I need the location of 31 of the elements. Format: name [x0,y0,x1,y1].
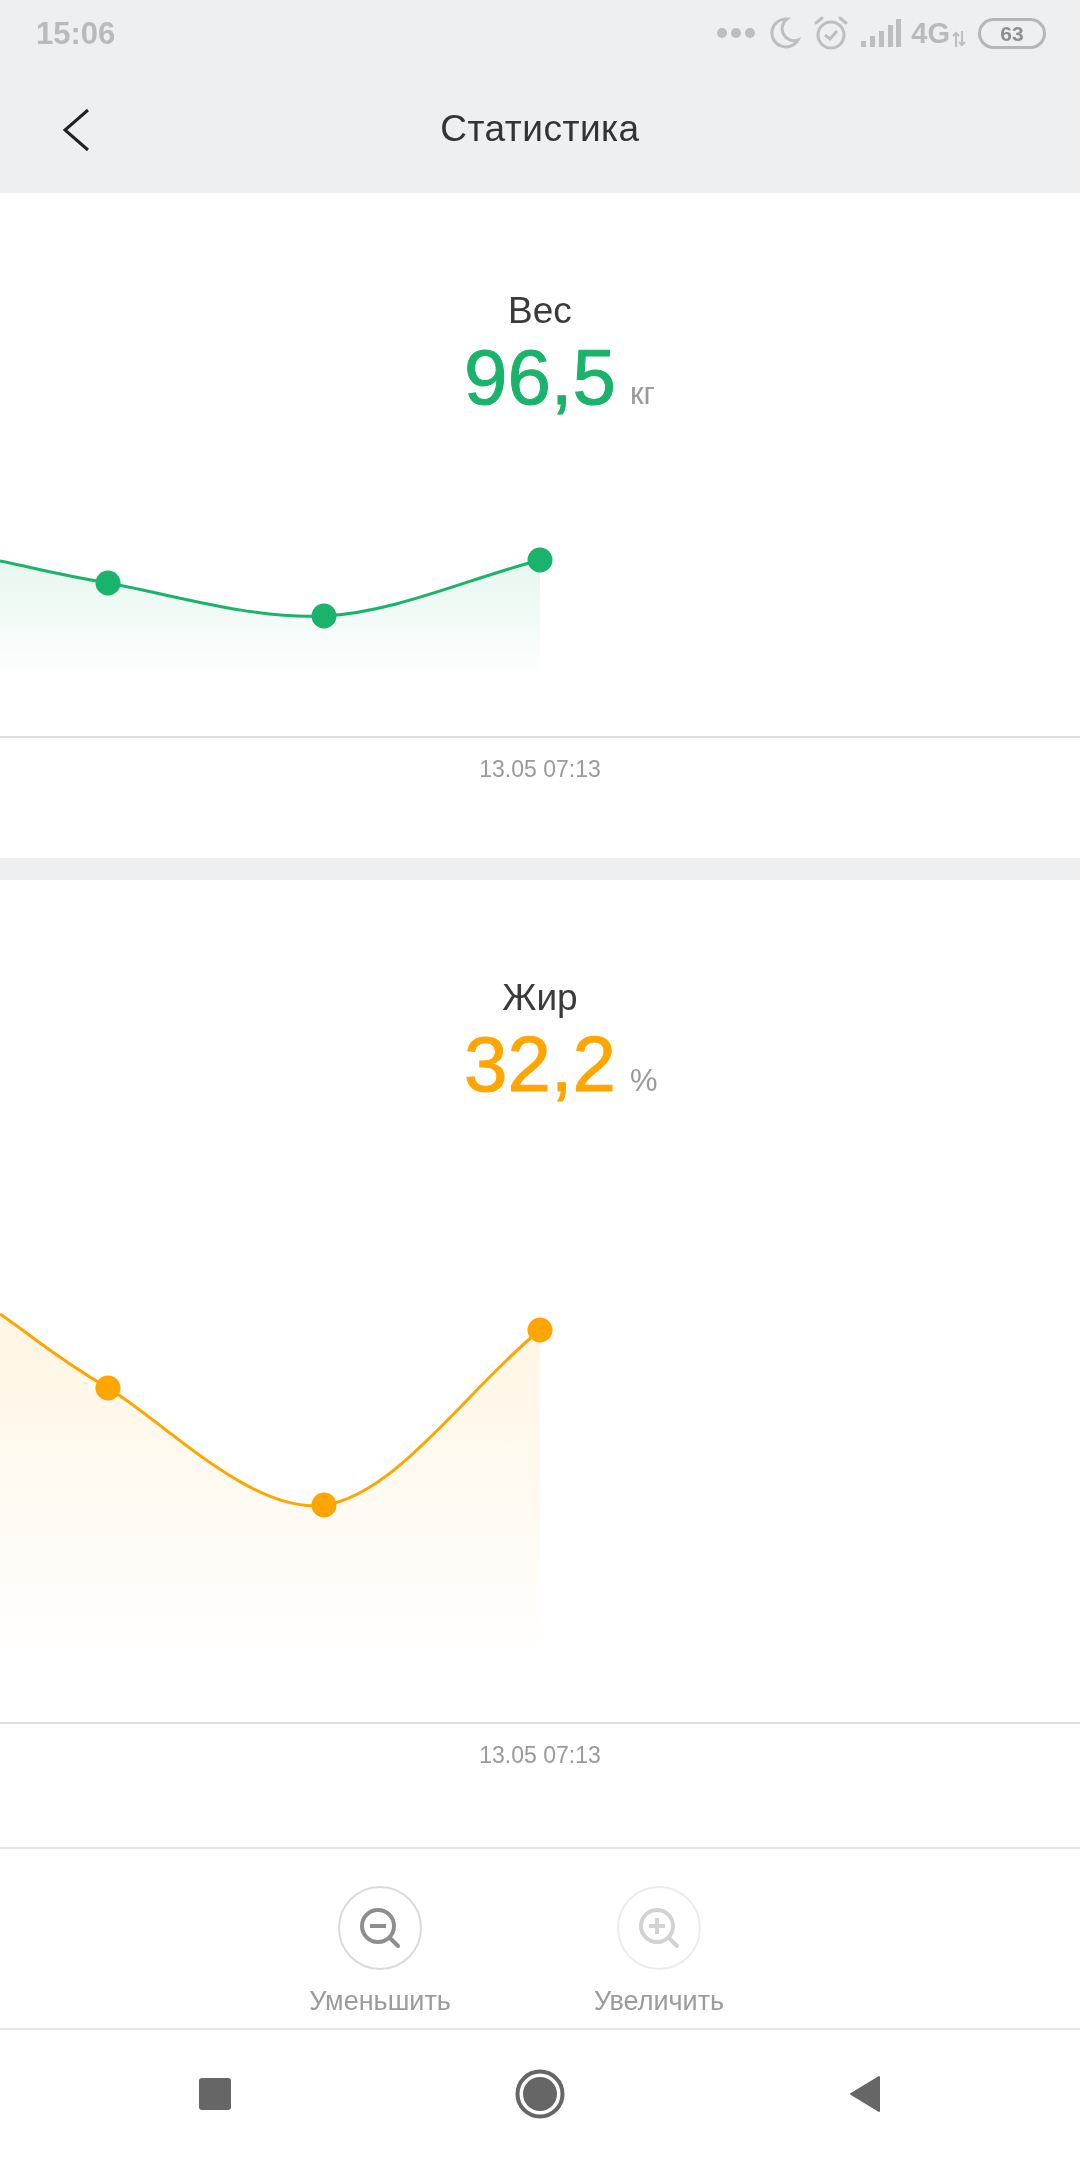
back-icon [849,2075,882,2113]
zoom-out-button[interactable]: Уменьшить [280,1885,480,2019]
date-label: 13.05 07:13 [479,1741,601,1768]
recent-apps-icon [197,2077,232,2111]
screen-title: Статистика [440,108,640,150]
metric-unit: % [629,1062,658,1100]
data-point [95,570,121,595]
data-point [311,1492,337,1517]
data-point [527,547,553,572]
moon-icon [767,16,802,50]
data-arrows-icon [952,31,966,47]
data-point [95,1375,121,1400]
data-point [527,1317,553,1342]
home-icon [515,2069,565,2119]
back-icon [62,107,90,152]
date-label: 13.05 07:13 [479,755,601,782]
alarm-clock-icon [813,15,850,51]
zoom-out-icon [337,1885,423,1971]
nav-recents-button[interactable] [197,2077,232,2111]
data-point [311,603,337,628]
nav-back-button[interactable] [849,2075,882,2113]
metric-unit: кг [629,375,655,413]
signal-icon [861,19,902,47]
metric-value: 96,5 [464,337,616,417]
zoom-in-icon [616,1885,702,1971]
metric-label: Жир [502,977,578,1018]
battery-indicator: 63 [978,17,1046,49]
nav-home-button[interactable] [515,2069,565,2119]
more-dots-icon [717,28,756,38]
metric-label: Вес [508,290,572,331]
metric-value: 32,2 [464,1024,616,1104]
